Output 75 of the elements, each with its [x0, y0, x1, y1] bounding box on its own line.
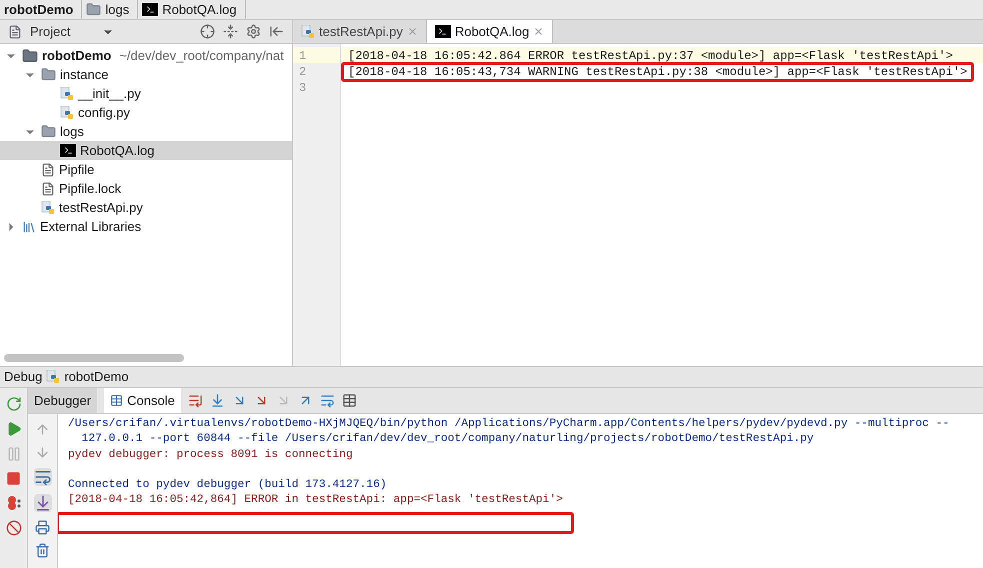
tree-item[interactable]: instance [0, 65, 292, 84]
mute-breakpoints-icon[interactable] [6, 520, 22, 536]
folder-icon [22, 48, 38, 64]
stop-icon[interactable] [6, 471, 21, 486]
tree-item-label: testRestApi.py [59, 198, 143, 217]
python-file-icon [301, 24, 315, 38]
collapse-icon[interactable] [223, 24, 238, 39]
breakpoints-icon[interactable] [6, 495, 22, 511]
tree-item[interactable]: logs [0, 122, 292, 141]
close-icon[interactable] [533, 26, 544, 37]
console-line: Connected to pydev debugger (build 173.4127.16) [68, 478, 388, 494]
console-line: pydev debugger: process 8091 is connecting [68, 448, 354, 463]
python-file-icon [60, 86, 74, 100]
panel-title: Debug [4, 368, 42, 386]
tree-item-label: Pipfile [59, 160, 94, 179]
project-path: ~/dev/dev_root/company/nat [119, 46, 284, 65]
run-to-cursor-icon[interactable] [320, 393, 335, 408]
resume-icon[interactable] [6, 421, 22, 437]
scrollbar[interactable] [4, 354, 184, 362]
folder-icon [41, 124, 56, 139]
log-line: [2018-04-18 16:05:43,734 WARNING testRestApi.py:38 <module>] app=<Flask 'testRestApi'> [348, 65, 968, 79]
step-over-icon[interactable] [210, 393, 225, 408]
evaluate-icon[interactable] [342, 393, 357, 408]
tree-item-label: Pipfile.lock [59, 180, 122, 198]
tree-item-label: robotDemo [42, 46, 112, 65]
tree-item-label: RobotQA.log [80, 142, 154, 160]
tree-item-label: External Libraries [40, 218, 142, 236]
crosshair-icon[interactable] [200, 24, 215, 39]
log-line: [2018-04-18 16:05:42.864 ERROR testRestApi.py:37 <module>] app=<Flask 'testRestApi'> [347, 49, 953, 63]
run-config-name: robotDemo [64, 368, 129, 386]
console-line: /Users/crifan/.virtualenvs/robotDemo-HXjMJQEQ/bin/python /Applications/PyCharm.app/Contents/helpers/pydev/pydevd.py --multiproc -- [68, 417, 950, 432]
library-icon [22, 220, 36, 234]
tree-item-label: __init__.py [78, 84, 141, 103]
debug-tab[interactable]: Console [104, 388, 181, 413]
debug-tab[interactable]: Debugger [28, 388, 98, 413]
python-file-icon [46, 370, 60, 384]
tree-item[interactable]: testRestApi.py [0, 198, 292, 217]
file-icon [41, 182, 55, 196]
hide-icon[interactable] [269, 24, 284, 39]
soft-wrap-icon[interactable] [34, 468, 52, 486]
console-icon [110, 394, 124, 407]
breadcrumb[interactable]: logs [86, 0, 138, 20]
tree-item[interactable]: __init__.py [0, 84, 292, 103]
line-number: 1 [293, 47, 340, 63]
tree-item-label: logs [60, 122, 84, 141]
line-number: 2 [298, 64, 308, 79]
trash-icon[interactable] [35, 543, 50, 558]
tree-item[interactable]: External Libraries [0, 217, 292, 236]
tree-item[interactable]: config.py [0, 103, 292, 122]
line-number: 3 [298, 80, 308, 95]
file-icon [41, 162, 55, 176]
terminal-icon [142, 3, 158, 16]
tree-item[interactable]: Pipfile.lock [0, 179, 292, 198]
rerun-icon[interactable] [6, 396, 22, 412]
project-view-icon [8, 24, 22, 38]
folder-icon [41, 67, 56, 82]
settings-icon[interactable] [246, 24, 261, 39]
console-line: 127.0.0.1 --port 60844 --file /Users/crifan/dev/dev_root/company/naturling/projects/robotDemo/testRestApi.py [80, 432, 815, 448]
terminal-icon [434, 25, 451, 38]
tree-item-label: config.py [78, 104, 130, 122]
breadcrumb[interactable]: robotDemo [4, 0, 82, 20]
python-file-icon [41, 200, 55, 214]
print-icon[interactable] [35, 520, 50, 535]
terminal-icon [60, 144, 76, 157]
tree-item[interactable]: Pipfile [0, 160, 292, 179]
breadcrumb[interactable]: RobotQA.log [142, 0, 246, 20]
editor-tab[interactable]: RobotQA.log [426, 20, 554, 43]
python-file-icon [60, 106, 74, 120]
tree-item-label: instance [60, 66, 108, 84]
tree-item[interactable]: RobotQA.log [0, 141, 292, 160]
console-line: [2018-04-18 16:05:42,864] ERROR in testRestApi: app=<Flask 'testRestApi'> [68, 493, 564, 508]
tree-item[interactable]: robotDemo ~/dev/dev_root/company/nat [0, 46, 292, 65]
scroll-to-end-icon[interactable] [34, 494, 52, 512]
show-execution-point-icon[interactable] [188, 393, 203, 408]
folder-icon [86, 2, 102, 17]
